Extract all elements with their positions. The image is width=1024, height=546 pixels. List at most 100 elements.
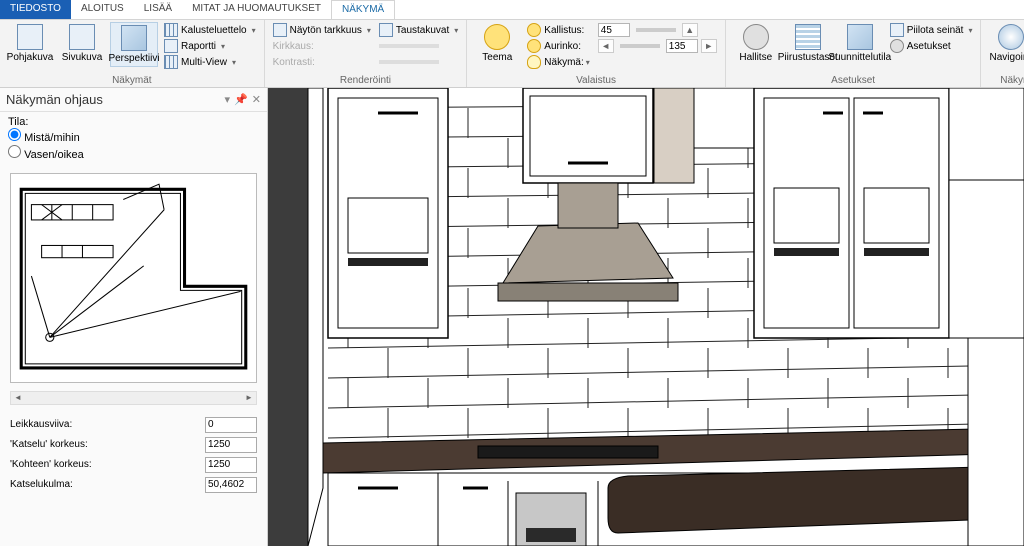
aurinko-right[interactable]: ► [701,39,717,53]
group-valaistus-label: Valaistus [473,74,718,86]
tab-aloitus[interactable]: ALOITUS [71,0,134,19]
tila-section: Tila: Mistä/mihin Vasen/oikea [0,112,267,167]
plan-icon [17,24,43,50]
kirkkaus-slider [377,38,460,54]
multiview-button[interactable]: Multi-View [162,54,258,70]
sun2-icon [527,39,541,53]
kirkkaus-row: Kirkkaus: [271,38,373,54]
hallitse-label: Hallitse [739,52,772,63]
fields-section: Leikkausviiva: 'Katselu' korkeus: 'Kohte… [0,407,267,503]
taustakuvat-button[interactable]: Taustakuvat [377,22,460,38]
opt-mista-label: Mistä/mihin [24,132,80,144]
sidebar-close-icon[interactable]: ✕ [252,93,261,106]
opt-vasen-radio[interactable] [8,145,21,158]
wall-icon [890,23,904,37]
group-ohjaus: Navigointi Näkymän ohjaus [981,20,1024,87]
side-icon [69,24,95,50]
kontrasti-slider [377,54,460,70]
opt-mista[interactable]: Mistä/mihin [8,128,259,145]
sivukuva-label: Sivukuva [62,52,103,63]
katselukulma-input[interactable] [205,477,257,493]
kallistus-value-row: 45 ▲ [596,22,719,38]
raportti-label: Raportti [181,41,216,52]
aurinko-label: Aurinko: [544,41,581,52]
tab-file[interactable]: TIEDOSTO [0,0,71,19]
kallistus-value[interactable]: 45 [598,23,630,37]
sivukuva-button[interactable]: Sivukuva [58,22,106,65]
piilota-label: Piilota seinät [907,25,964,36]
nayton-tarkkuus-button[interactable]: Näytön tarkkuus [271,22,373,38]
sidebar-header: Näkymän ohjaus ▾ 📌 ✕ [0,88,267,112]
navigate-icon [998,24,1024,50]
tab-nakyma[interactable]: NÄKYMÄ [331,0,395,19]
suunnittelutila-label: Suunnittelutila [828,52,891,63]
aurinko-slider[interactable] [620,44,660,48]
group-renderointi-label: Renderöinti [271,74,461,86]
group-ohjaus-label: Näkymän ohjaus [987,74,1024,86]
katselu-input[interactable] [205,437,257,453]
background-icon [379,23,393,37]
nakyma-label[interactable]: Näkymä: [544,57,589,68]
pohjakuva-button[interactable]: Pohjakuva [6,22,54,65]
hallitse-button[interactable]: Hallitse [732,22,780,65]
kallistus-label: Kallistus: [544,25,584,36]
pohjakuva-label: Pohjakuva [7,52,54,63]
scroll-right-icon[interactable]: ► [242,392,256,404]
sidebar-pin-icon[interactable]: 📌 [234,93,248,106]
tab-lisaa[interactable]: LISÄÄ [134,0,182,19]
design-icon [847,24,873,50]
kallistus-row: Kallistus: [525,22,591,38]
nayton-label: Näytön tarkkuus [290,25,362,36]
gear-icon [743,24,769,50]
taustakuvat-label: Taustakuvat [396,25,449,36]
perspektiivi-button[interactable]: Perspektiivi [110,22,158,67]
teema-button[interactable]: Teema [473,22,521,65]
group-asetukset-label: Asetukset [732,74,975,86]
scroll-left-icon[interactable]: ◄ [11,392,25,404]
aurinko-row: Aurinko: [525,38,591,54]
piilota-seinat-button[interactable]: Piilota seinät [888,22,975,38]
aurinko-value[interactable]: 135 [666,39,698,53]
sidebar-dropdown-icon[interactable]: ▾ [225,93,231,106]
opt-mista-radio[interactable] [8,128,21,141]
leikkausviiva-input[interactable] [205,417,257,433]
kirkkaus-label: Kirkkaus: [273,41,314,52]
sidebar: Näkymän ohjaus ▾ 📌 ✕ Tila: Mistä/mihin V… [0,88,268,546]
display-icon [273,23,287,37]
opt-vasen[interactable]: Vasen/oikea [8,145,259,162]
opt-vasen-label: Vasen/oikea [24,149,84,161]
theme-icon [484,24,510,50]
asetukset-button[interactable]: Asetukset [888,38,975,54]
multiview-icon [164,55,178,69]
preview-scrollbar[interactable]: ◄ ► [10,391,257,405]
plan-preview[interactable] [10,173,257,383]
kohteen-input[interactable] [205,457,257,473]
sidebar-title: Näkymän ohjaus [6,92,103,107]
teema-label: Teema [482,52,512,63]
tab-bar: TIEDOSTO ALOITUS LISÄÄ MITAT JA HUOMAUTU… [0,0,1024,20]
group-nakymat: Pohjakuva Sivukuva Perspektiivi Kalustel… [0,20,265,87]
kallistus-up[interactable]: ▲ [682,23,698,37]
layers-icon [795,24,821,50]
suunnittelutila-button[interactable]: Suunnittelutila [836,22,884,65]
gear2-icon [890,39,904,53]
navigointi-label: Navigointi [990,52,1024,63]
aset-label: Asetukset [907,41,951,52]
kalusteluettelo-button[interactable]: Kalusteluettelo [162,22,258,38]
raportti-button[interactable]: Raportti [162,38,258,54]
kontrasti-row: Kontrasti: [271,54,373,70]
katselu-label: 'Katselu' korkeus: [10,439,88,450]
kontrasti-label: Kontrasti: [273,57,315,68]
perspective-icon [121,25,147,51]
navigointi-button[interactable]: Navigointi [987,22,1024,65]
kohteen-label: 'Kohteen' korkeus: [10,459,92,470]
viewport-3d[interactable] [268,88,1024,546]
tab-mitat[interactable]: MITAT JA HUOMAUTUKSET [182,0,331,19]
leikkausviiva-label: Leikkausviiva: [10,419,72,430]
aurinko-left[interactable]: ◄ [598,39,614,53]
list-icon [164,23,178,37]
perspektiivi-label: Perspektiivi [108,53,159,64]
sun-icon [527,23,541,37]
kallistus-slider[interactable] [636,28,676,32]
piirustustasot-button[interactable]: Piirustustasot [784,22,832,65]
